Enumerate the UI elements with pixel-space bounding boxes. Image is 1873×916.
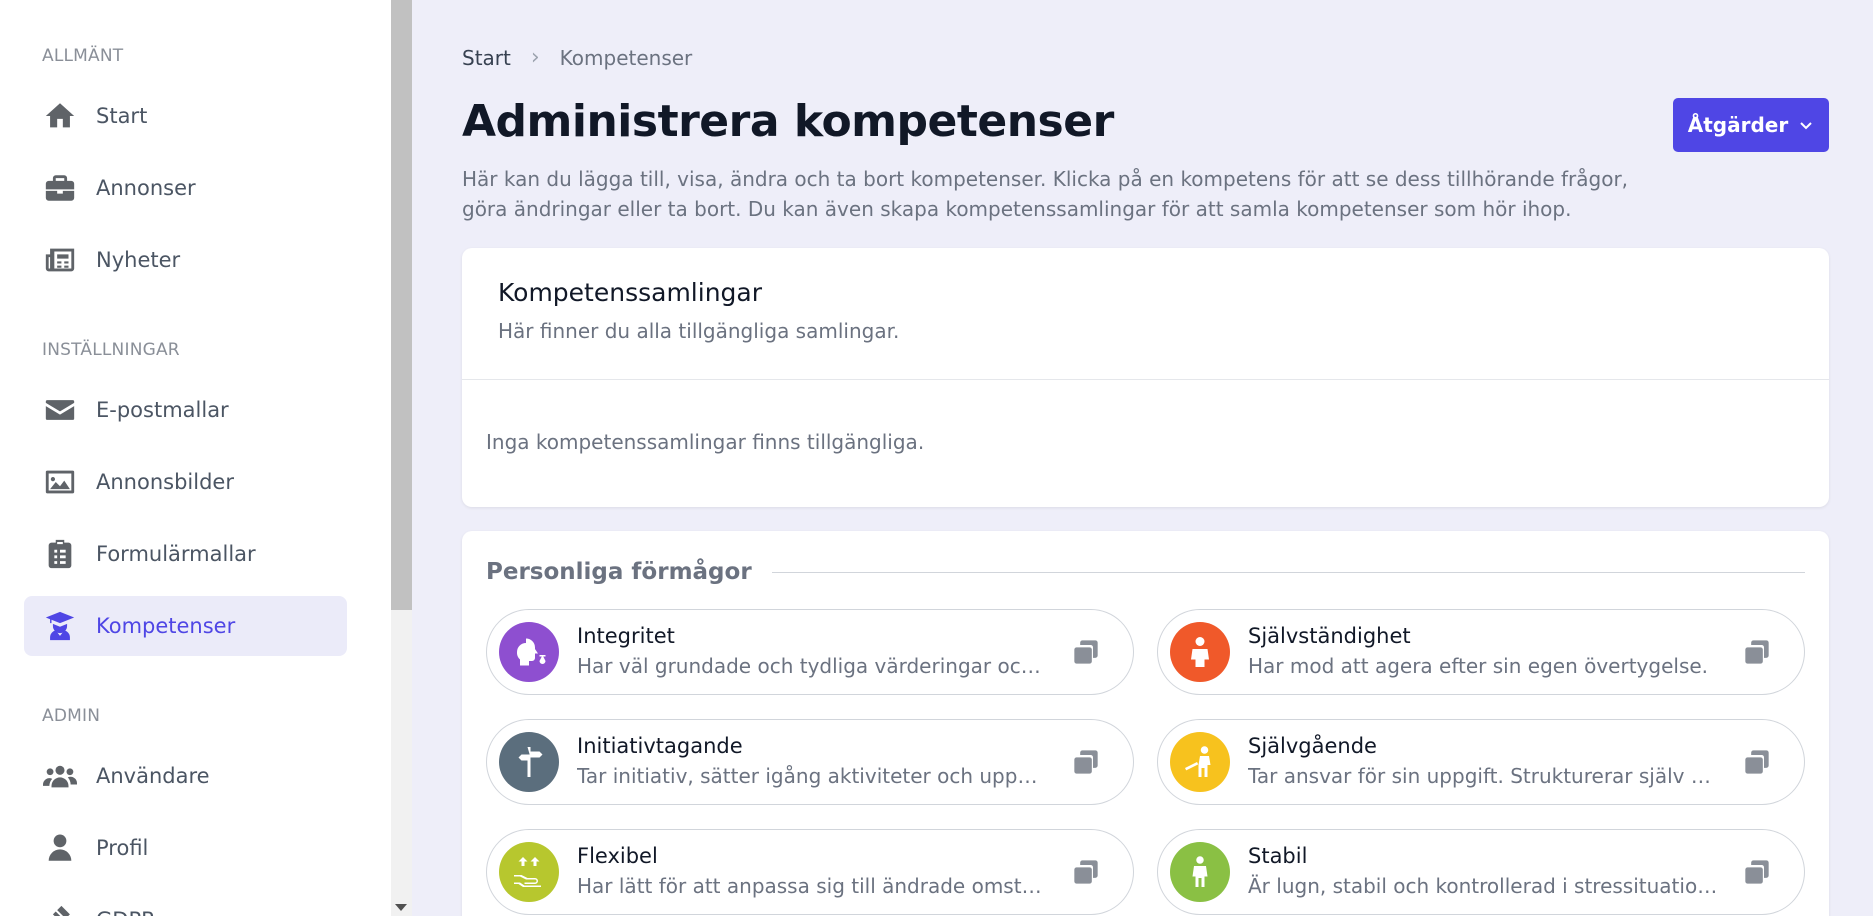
- actions-button-label: Åtgärder: [1687, 113, 1789, 137]
- group-header: Personliga förmågor: [486, 559, 1805, 585]
- sidebar-item-label: GDPR: [96, 908, 156, 916]
- competence-description: Är lugn, stabil och kontrollerad i stres…: [1248, 874, 1718, 898]
- competence-description: Har lätt för att anpassa sig till ändrad…: [577, 874, 1047, 898]
- competence-name: Integritet: [577, 624, 675, 648]
- copy-icon[interactable]: [1072, 638, 1100, 666]
- competence-item-sjalvstandighet[interactable]: Självständighet Har mod att agera efter …: [1157, 609, 1805, 695]
- image-icon: [43, 465, 77, 499]
- collections-title: Kompetenssamlingar: [498, 278, 763, 307]
- graduate-icon: [43, 609, 77, 643]
- competence-item-initiativtagande[interactable]: Initiativtagande Tar initiativ, sätter i…: [486, 719, 1134, 805]
- group-divider: [771, 571, 1805, 573]
- home-icon: [43, 99, 77, 133]
- breadcrumb: Start › Kompetenser: [462, 45, 692, 70]
- competence-description: Tar ansvar för sin uppgift. Strukturerar…: [1248, 764, 1718, 788]
- section-label-general: ALLMÄNT: [42, 46, 124, 66]
- clipboard-list-icon: [43, 537, 77, 571]
- competence-name: Stabil: [1248, 844, 1308, 868]
- group-title: Personliga förmågor: [486, 559, 752, 585]
- envelope-icon: [43, 393, 77, 427]
- competence-name: Självgående: [1248, 734, 1377, 758]
- page-description: Här kan du lägga till, visa, ändra och t…: [462, 167, 1629, 221]
- competence-item-sjalvgaende[interactable]: Självgående Tar ansvar för sin uppgift. …: [1157, 719, 1805, 805]
- competence-item-flexibel[interactable]: Flexibel Har lätt för att anpassa sig ti…: [486, 829, 1134, 915]
- signpost-icon: [499, 732, 559, 792]
- sidebar-item-label: Start: [96, 104, 148, 128]
- sidebar-item-label: Annonsbilder: [96, 470, 234, 494]
- competence-description: Har mod att agera efter sin egen övertyg…: [1248, 654, 1709, 678]
- newspaper-icon: [43, 243, 77, 277]
- competence-description: Tar initiativ, sätter igång aktiviteter …: [577, 764, 1047, 788]
- competence-name: Initiativtagande: [577, 734, 743, 758]
- sidebar-item-kompetenser[interactable]: Kompetenser: [24, 596, 347, 656]
- sidebar-item-formularmallar[interactable]: Formulärmallar: [24, 524, 347, 584]
- section-label-admin: ADMIN: [42, 706, 101, 726]
- copy-icon[interactable]: [1743, 748, 1771, 776]
- gavel-icon: [43, 903, 77, 916]
- sidebar-item-label: Kompetenser: [96, 614, 236, 638]
- sidebar: ALLMÄNT Start Annonser Nyheter INSTÄLLNI…: [0, 0, 391, 916]
- person-heart-icon: [1170, 622, 1230, 682]
- collections-card-header: Kompetenssamlingar Här finner du alla ti…: [462, 248, 1829, 380]
- competence-description: Har väl grundade och tydliga värderingar…: [577, 654, 1047, 678]
- sidebar-item-label: Annonser: [96, 176, 196, 200]
- person-stand-icon: [1170, 842, 1230, 902]
- breadcrumb-start-link[interactable]: Start: [462, 46, 511, 70]
- copy-icon[interactable]: [1072, 858, 1100, 886]
- sidebar-item-profil[interactable]: Profil: [24, 818, 347, 878]
- copy-icon[interactable]: [1072, 748, 1100, 776]
- copy-icon[interactable]: [1743, 638, 1771, 666]
- user-icon: [43, 831, 77, 865]
- competence-name: Självständighet: [1248, 624, 1411, 648]
- breadcrumb-current: Kompetenser: [559, 45, 693, 70]
- sidebar-item-label: E-postmallar: [96, 398, 229, 422]
- competence-name: Flexibel: [577, 844, 658, 868]
- actions-dropdown-button[interactable]: Åtgärder: [1673, 98, 1829, 152]
- head-scales-icon: [499, 622, 559, 682]
- briefcase-icon: [43, 171, 77, 205]
- collections-card: Kompetenssamlingar Här finner du alla ti…: [462, 248, 1829, 507]
- competence-item-stabil[interactable]: Stabil Är lugn, stabil och kontrollerad …: [1157, 829, 1805, 915]
- page-title: Administrera kompetenser: [462, 96, 1114, 147]
- sidebar-item-epostmallar[interactable]: E-postmallar: [24, 380, 347, 440]
- section-label-settings: INSTÄLLNINGAR: [42, 340, 180, 360]
- copy-icon[interactable]: [1743, 858, 1771, 886]
- scroll-down-arrow-icon[interactable]: [395, 904, 407, 911]
- collections-empty-message: Inga kompetenssamlingar finns tillgängli…: [486, 430, 925, 454]
- sidebar-item-label: Formulärmallar: [96, 542, 256, 566]
- chevron-right-icon: ›: [530, 45, 540, 70]
- sidebar-item-label: Profil: [96, 836, 149, 860]
- hand-arrows-icon: [499, 842, 559, 902]
- sidebar-item-gdpr[interactable]: GDPR: [24, 890, 347, 916]
- sidebar-item-annonsbilder[interactable]: Annonsbilder: [24, 452, 347, 512]
- sidebar-item-nyheter[interactable]: Nyheter: [24, 230, 347, 290]
- sidebar-item-start[interactable]: Start: [24, 86, 347, 146]
- sidebar-item-annonser[interactable]: Annonser: [24, 158, 347, 218]
- sidebar-item-label: Nyheter: [96, 248, 181, 272]
- competence-group-card: Personliga förmågor Integritet Har väl g…: [462, 531, 1829, 916]
- sidebar-scrollbar-thumb[interactable]: [391, 0, 412, 610]
- competence-item-integritet[interactable]: Integritet Har väl grundade och tydliga …: [486, 609, 1134, 695]
- sidebar-item-anvandare[interactable]: Användare: [24, 746, 347, 806]
- person-work-icon: [1170, 732, 1230, 792]
- sidebar-item-label: Användare: [96, 764, 210, 788]
- chevron-down-icon: [1800, 122, 1812, 130]
- collections-subtitle: Här finner du alla tillgängliga samlinga…: [498, 319, 900, 343]
- users-icon: [43, 759, 77, 793]
